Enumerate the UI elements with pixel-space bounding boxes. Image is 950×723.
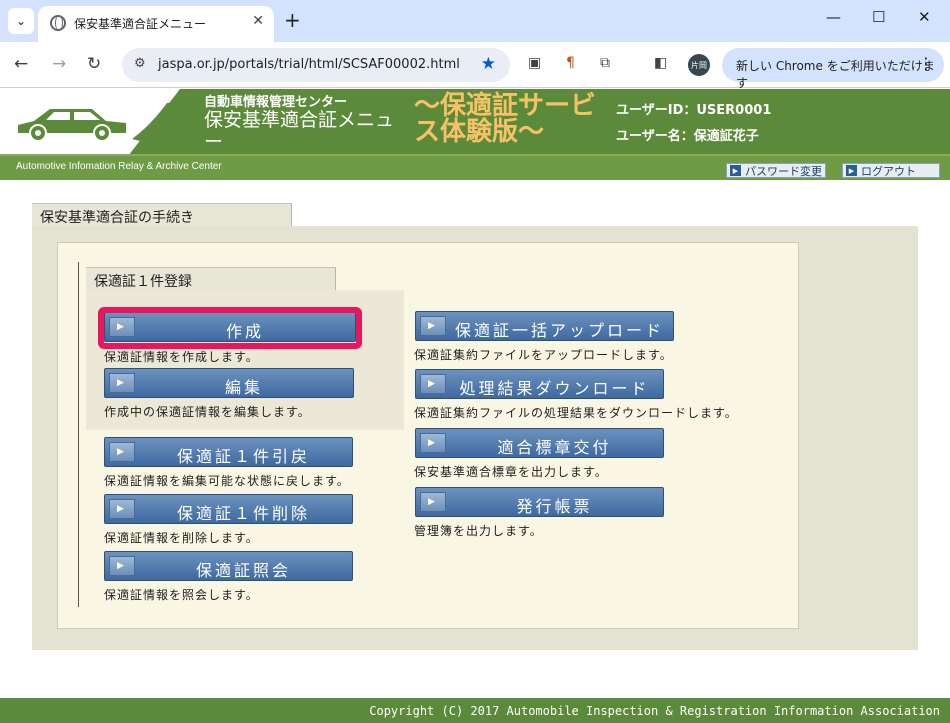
cast-icon[interactable]: ▣: [528, 55, 541, 71]
edit-button-label: 編集: [224, 378, 263, 397]
ledger-desc: 管理簿を出力します。: [414, 524, 543, 538]
tab-title: 保安基準適合証メニュー: [74, 17, 207, 31]
site-footer: Copyright (C) 2017 Automobile Inspection…: [0, 698, 950, 723]
arrow-right-icon: ▶: [109, 556, 135, 576]
forward-arrow-icon[interactable]: →: [52, 54, 66, 74]
avatar[interactable]: 片岡: [688, 54, 710, 76]
inquiry-button[interactable]: ▶ 保適証照会: [104, 551, 353, 581]
site-header: 自動車情報管理センター 保安基準適合証メニュー 〜保適証サービス体験版〜 ユーザ…: [0, 89, 950, 154]
sub-header-bar: Automotive Infomation Relay & Archive Ce…: [0, 154, 950, 180]
bulk-upload-button[interactable]: ▶ 保適証一括アップロード: [415, 311, 674, 341]
tab-list-icon[interactable]: ⌄: [8, 8, 34, 34]
logout-label: ログアウト: [861, 164, 916, 178]
page-title: 保安基準適合証メニュー: [204, 109, 395, 153]
arrow-right-icon: ▶: [846, 165, 857, 176]
window-close-icon[interactable]: ✕: [918, 8, 931, 26]
inquiry-button-label: 保適証照会: [195, 561, 291, 580]
section-tab: 保安基準適合証の手続き: [32, 203, 292, 227]
arrow-right-icon: ▶: [109, 373, 135, 393]
url-text[interactable]: jaspa.or.jp/portals/trial/html/SCSAF0000…: [158, 57, 460, 72]
close-icon[interactable]: ✕: [252, 13, 264, 29]
org-name: 自動車情報管理センター: [204, 95, 348, 110]
inquiry-desc: 保適証情報を照会します。: [104, 588, 259, 602]
highlight-frame: [98, 307, 362, 349]
arrow-right-icon: ▶: [109, 442, 135, 462]
sidepanel-icon[interactable]: ◧: [654, 55, 667, 71]
car-logo-icon: [18, 103, 184, 142]
star-icon[interactable]: ★: [481, 54, 496, 74]
user-name: ユーザー名：保適証花子: [616, 129, 759, 144]
result-download-button[interactable]: ▶ 処理結果ダウンロード: [415, 369, 664, 399]
password-change-label: パスワード変更: [745, 164, 822, 178]
page-content: 自動車情報管理センター 保安基準適合証メニュー 〜保適証サービス体験版〜 ユーザ…: [0, 89, 950, 723]
tune-icon[interactable]: ⚙: [134, 56, 146, 71]
group-title: 保適証１件登録: [94, 274, 192, 290]
password-change-link[interactable]: ▶ パスワード変更: [726, 163, 826, 178]
seal-issue-button[interactable]: ▶ 適合標章交付: [415, 428, 664, 458]
extension-icon[interactable]: ⧉: [600, 55, 610, 71]
group-divider: [78, 262, 79, 607]
ledger-button-label: 発行帳票: [516, 497, 593, 516]
edit-desc: 作成中の保適証情報を編集します。: [104, 405, 311, 419]
seal-issue-desc: 保安基準適合標章を出力します。: [414, 465, 608, 479]
browser-toolbar: ← → ↻ ⚙ jaspa.or.jp/portals/trial/html/S…: [0, 42, 950, 90]
address-bar[interactable]: ⚙ jaspa.or.jp/portals/trial/html/SCSAF00…: [122, 48, 510, 82]
bulk-upload-desc: 保適証集約ファイルをアップロードします。: [414, 348, 673, 362]
revert-button-label: 保適証１件引戻: [176, 447, 310, 466]
delete-button-label: 保適証１件削除: [176, 504, 310, 523]
browser-tab[interactable]: 保安基準適合証メニュー ✕: [38, 6, 274, 42]
user-id: ユーザーID：USER0001: [616, 103, 772, 118]
result-download-desc: 保適証集約ファイルの処理結果をダウンロードします。: [414, 406, 738, 420]
minimize-icon[interactable]: —: [826, 8, 841, 26]
arrow-right-icon: ▶: [420, 316, 446, 336]
arrow-right-icon: ▶: [420, 492, 446, 512]
logout-link[interactable]: ▶ ログアウト: [842, 163, 940, 178]
revert-desc: 保適証情報を編集可能な状態に戻します。: [104, 474, 350, 488]
paragraph-icon[interactable]: ¶: [566, 55, 575, 71]
delete-desc: 保適証情報を削除します。: [104, 531, 259, 545]
edit-button[interactable]: ▶ 編集: [104, 368, 354, 398]
back-arrow-icon[interactable]: ←: [14, 54, 28, 74]
arrow-right-icon: ▶: [109, 499, 135, 519]
kebab-menu-icon[interactable]: ⋮: [918, 54, 934, 73]
reload-icon[interactable]: ↻: [87, 54, 101, 74]
copyright-text: Copyright (C) 2017 Automobile Inspection…: [369, 704, 940, 718]
revert-button[interactable]: ▶ 保適証１件引戻: [104, 437, 353, 467]
org-name-en: Automotive Infomation Relay & Archive Ce…: [16, 161, 222, 172]
section-title: 保安基準適合証の手続き: [40, 210, 194, 226]
bulk-upload-button-label: 保適証一括アップロード: [454, 321, 664, 340]
trial-label: 〜保適証サービス体験版〜: [414, 91, 597, 147]
arrow-right-icon: ▶: [420, 374, 446, 394]
browser-tab-bar: ⌄ 保安基準適合証メニュー ✕ + — ☐ ✕: [0, 0, 950, 42]
create-desc: 保適証情報を作成します。: [104, 350, 259, 364]
result-download-button-label: 処理結果ダウンロード: [459, 379, 650, 398]
chrome-update-button[interactable]: 新しい Chrome をご利用いただけます ⋮: [722, 48, 944, 90]
delete-button[interactable]: ▶ 保適証１件削除: [104, 494, 353, 524]
arrow-right-icon: ▶: [420, 433, 446, 453]
ledger-button[interactable]: ▶ 発行帳票: [415, 487, 664, 517]
group-tab: 保適証１件登録: [86, 267, 336, 291]
arrow-right-icon: ▶: [730, 165, 741, 176]
chrome-update-label: 新しい Chrome をご利用いただけます: [736, 59, 935, 90]
globe-icon: [50, 15, 66, 31]
maximize-icon[interactable]: ☐: [872, 8, 885, 26]
plus-icon[interactable]: +: [284, 8, 301, 32]
seal-issue-button-label: 適合標章交付: [497, 438, 612, 457]
